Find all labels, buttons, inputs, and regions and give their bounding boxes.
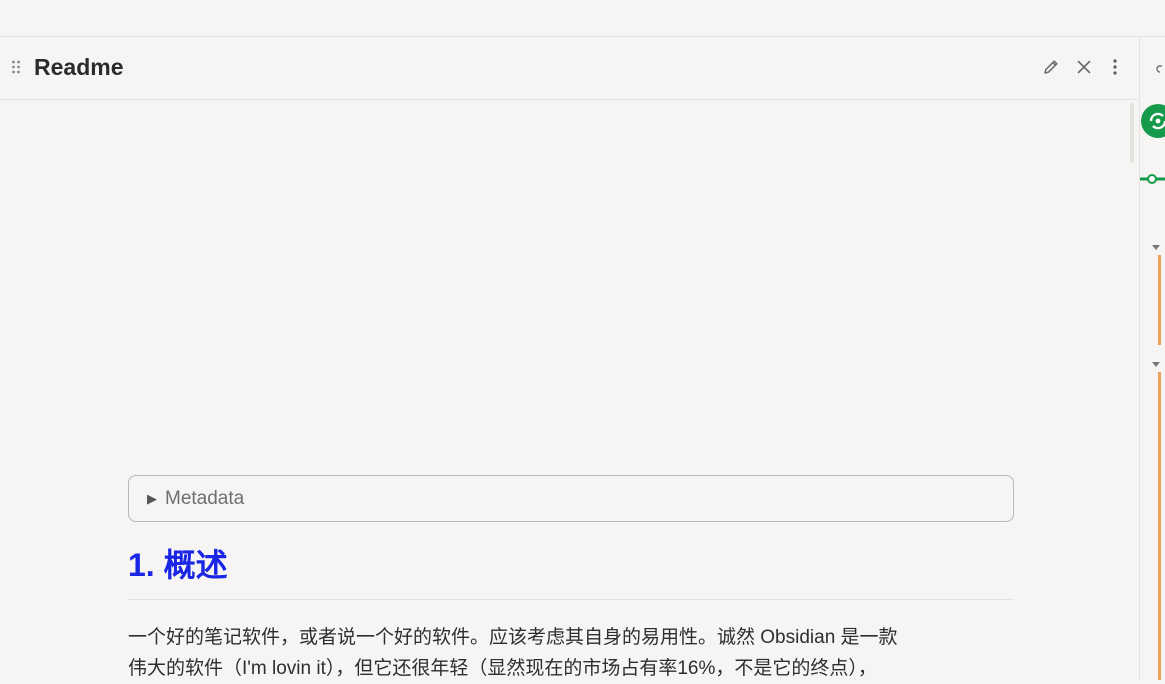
scrollbar-thumb[interactable] [1130,103,1134,163]
edit-button[interactable] [1040,56,1062,78]
close-icon [1075,58,1093,76]
expand-triangle-icon: ▶ [147,490,157,506]
heading-divider [128,599,1014,600]
pane-header: Readme [0,37,1138,100]
paragraph-line: 一个好的笔记软件，或者说一个好的软件。应该考虑其自身的易用性。诚然 Obsidi… [128,627,898,648]
pane-title: Readme [34,54,124,80]
outline-bar [1158,372,1161,680]
graph-node-icon[interactable] [1140,170,1165,189]
paragraph: 一个好的笔记软件，或者说一个好的软件。应该考虑其自身的易用性。诚然 Obsidi… [128,622,1014,684]
collapse-triangle-icon[interactable] [1151,354,1161,373]
pencil-icon [1041,57,1061,77]
window-top-bar [0,0,1165,37]
close-button[interactable] [1073,56,1095,78]
note-content: ▶ Metadata 1. 概述 一个好的笔记软件，或者说一个好的软件。应该考虑… [128,475,1014,684]
metadata-label: Metadata [165,487,245,509]
more-options-button[interactable] [1104,56,1126,78]
more-vertical-icon [1112,58,1118,76]
link-icon[interactable] [1154,61,1165,80]
sync-icon[interactable] [1141,103,1165,143]
heading-1: 1. 概述 [128,547,228,583]
outline-bar [1158,255,1161,345]
metadata-collapsible[interactable]: ▶ Metadata [128,475,1014,522]
collapse-triangle-icon[interactable] [1151,237,1161,256]
right-side-rail [1139,37,1165,680]
drag-handle-icon[interactable] [11,59,21,75]
paragraph-line: 伟大的软件（I'm lovin it），但它还很年轻（显然现在的市场占有率16%… [128,658,877,679]
readme-pane: Readme ▶ Metadata 1. 概述 一个好的笔记软件，或者说一个好的… [0,37,1138,680]
